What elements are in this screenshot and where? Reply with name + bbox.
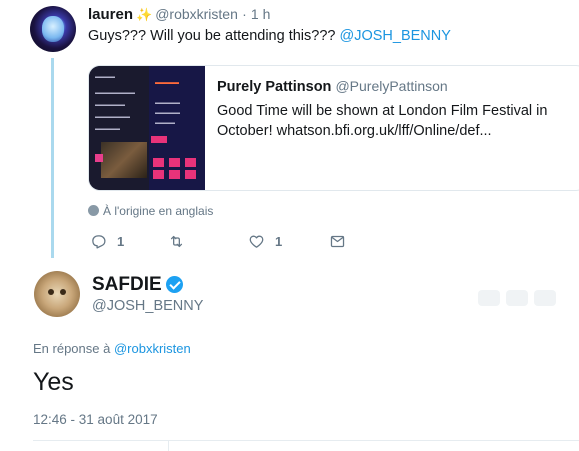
tweet2-text: Yes: [33, 368, 74, 396]
tweet1-author-name[interactable]: lauren: [88, 6, 133, 23]
message-icon: [330, 235, 345, 248]
divider: [33, 440, 579, 441]
calendar-cell: [185, 158, 196, 167]
like-count: 1: [275, 234, 283, 249]
faded-action-placeholder: [478, 290, 500, 306]
calendar-cell: [153, 170, 164, 179]
image-decor-line: ▬▬▬▬▬: [95, 126, 120, 132]
image-decor-accent: ▬▬▬▬: [155, 80, 179, 86]
tweet1-time[interactable]: 1 h: [251, 6, 270, 22]
quoted-tweet-header: Purely Pattinson @PurelyPattinson: [217, 78, 577, 95]
reply-context: En réponse à @robxkristen: [33, 341, 191, 356]
tweet1-text-body: Guys??? Will you be attending this???: [88, 28, 340, 44]
avatar-face: [42, 16, 64, 42]
reply-context-label: En réponse à: [33, 341, 114, 356]
tweet1-author-handle[interactable]: @robxkristen: [155, 6, 238, 22]
calendar-cell: [169, 170, 180, 179]
tweet1-text: Guys??? Will you be attending this??? @J…: [88, 28, 451, 44]
quoted-tweet-image: ▬▬▬▬ ▬▬▬▬▬▬▬▬ ▬▬▬▬▬▬ ▬▬▬▬▬▬▬ ▬▬▬▬▬ ▬▬▬▬ …: [89, 66, 205, 190]
retweet-icon: [170, 235, 183, 248]
avatar-lauren[interactable]: [30, 6, 76, 52]
quoted-tweet-card[interactable]: ▬▬▬▬ ▬▬▬▬▬▬▬▬ ▬▬▬▬▬▬ ▬▬▬▬▬▬▬ ▬▬▬▬▬ ▬▬▬▬ …: [88, 65, 579, 191]
globe-icon: [88, 205, 99, 216]
reply-context-mention[interactable]: @robxkristen: [114, 341, 191, 356]
avatar-eye: [60, 289, 66, 295]
image-film-still: [101, 142, 147, 178]
translation-note-label: À l'origine en anglais: [103, 204, 214, 218]
quoted-author-name: Purely Pattinson: [217, 79, 332, 95]
image-decor-line: ▬▬▬▬: [155, 120, 175, 126]
reply-icon: [92, 235, 106, 249]
verified-icon: [166, 276, 183, 293]
thread-connector-line: [51, 58, 54, 258]
reply-button[interactable]: 1: [90, 233, 124, 250]
reply-count: 1: [117, 234, 125, 249]
separator-dot: ·: [242, 6, 247, 22]
tweet2-timestamp[interactable]: 12:46 - 31 août 2017: [33, 412, 158, 427]
quoted-tweet-text: Good Time will be shown at London Film F…: [217, 103, 548, 139]
tweet1-mention-link[interactable]: @JOSH_BENNY: [339, 28, 450, 44]
image-decor-line: ▬▬▬▬▬: [155, 110, 180, 116]
image-decor-line: ▬▬▬▬▬: [155, 100, 180, 106]
calendar-cell: [153, 158, 164, 167]
image-arrow-marker: [95, 154, 103, 162]
divider-tick: [168, 440, 169, 451]
tweet1-header: lauren ✨ @robxkristen · 1 h: [88, 6, 270, 23]
tweet2-author-name[interactable]: SAFDIE: [92, 274, 162, 296]
retweet-button[interactable]: [168, 233, 195, 250]
like-button[interactable]: 1: [248, 233, 282, 250]
faded-action-placeholder: [534, 290, 556, 306]
avatar-eye: [48, 289, 54, 295]
image-decor-line: ▬▬▬▬▬▬▬▬: [95, 90, 135, 96]
avatar-safdie[interactable]: [34, 271, 80, 317]
image-decor-line: ▬▬▬▬: [95, 74, 115, 80]
image-decor-line: ▬▬▬▬▬▬▬: [95, 114, 130, 120]
like-icon: [249, 235, 264, 248]
sparkle-icon: ✨: [136, 7, 153, 22]
calendar-cell: [185, 170, 196, 179]
image-decor-line: ▬▬▬▬▬▬: [95, 102, 125, 108]
image-pink-tag: [151, 136, 167, 143]
calendar-cell: [169, 158, 180, 167]
translation-note: À l'origine en anglais: [88, 204, 213, 218]
tweet2-author-handle[interactable]: @JOSH_BENNY: [92, 298, 203, 314]
direct-message-button[interactable]: [329, 233, 346, 250]
tweet1-action-bar: 1 1: [88, 233, 388, 253]
quoted-author-handle: @PurelyPattinson: [335, 78, 448, 94]
faded-action-placeholder: [506, 290, 528, 306]
quoted-tweet-body: Purely Pattinson @PurelyPattinson Good T…: [217, 78, 577, 141]
